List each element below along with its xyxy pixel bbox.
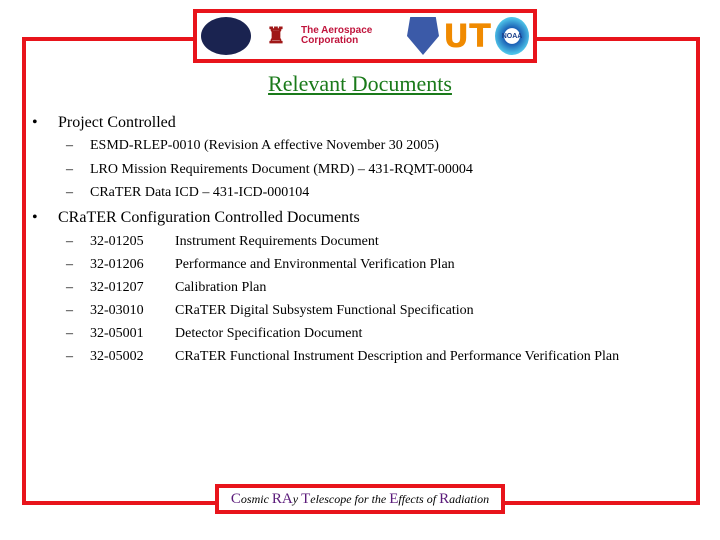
doc-name: Instrument Requirements Document	[175, 234, 379, 249]
doc-name: Detector Specification Document	[175, 326, 363, 341]
list-item: – LRO Mission Requirements Document (MRD)…	[66, 162, 473, 177]
noaa-logo: NOAA	[495, 17, 529, 55]
document-row: –32-05001 Detector Specification Document	[66, 326, 363, 341]
footer-text: elescope for the	[310, 492, 390, 506]
academic-logo: ♜	[266, 23, 286, 48]
footer-text: ffects of	[398, 492, 440, 506]
air-force-shield-logo	[407, 17, 439, 55]
bullet: •	[32, 209, 38, 226]
footer-initial: R	[439, 491, 450, 507]
footer-initial: C	[230, 491, 241, 507]
ut-logo: UT	[443, 17, 491, 55]
doc-number: 32-05002	[90, 349, 144, 364]
footer-text: adiation	[449, 492, 490, 506]
document-row: –32-01207 Calibration Plan	[66, 280, 267, 295]
logo-banner: ♜ The Aerospace Corporation UT NOAA	[193, 9, 537, 63]
doc-number: 32-01207	[90, 280, 144, 295]
doc-number: 32-05001	[90, 326, 144, 341]
document-row: –32-01205 Instrument Requirements Documen…	[66, 234, 379, 249]
doc-name: Calibration Plan	[175, 280, 267, 295]
document-row: –32-05002 CRaTER Functional Instrument De…	[66, 349, 620, 364]
list-item: – ESMD-RLEP-0010 (Revision A effective No…	[66, 138, 439, 153]
seal-logo	[201, 17, 251, 55]
doc-number: 32-03010	[90, 303, 144, 318]
footer-text: y	[292, 492, 302, 506]
footer-initial: T	[301, 491, 311, 507]
doc-number: 32-01205	[90, 234, 144, 249]
footer-banner: Cosmic RAy Telescope for the Effects of …	[215, 484, 505, 514]
footer-text: osmic	[240, 492, 272, 506]
doc-name: CRaTER Functional Instrument Description…	[175, 349, 620, 364]
bullet: •	[32, 114, 38, 131]
document-row: –32-01206 Performance and Environmental V…	[66, 257, 455, 272]
list-item: – CRaTER Data ICD – 431-ICD-000104	[66, 185, 310, 200]
document-row: –32-03010 CRaTER Digital Subsystem Functi…	[66, 303, 474, 318]
page-title: Relevant Documents	[268, 71, 452, 96]
section-heading: Project Controlled	[58, 114, 176, 131]
section-heading: CRaTER Configuration Controlled Document…	[58, 209, 360, 226]
aerospace-logo: The Aerospace Corporation	[301, 25, 373, 46]
doc-name: CRaTER Digital Subsystem Functional Spec…	[175, 303, 474, 318]
doc-number: 32-01206	[90, 257, 144, 272]
doc-name: Performance and Environmental Verificati…	[175, 257, 455, 272]
footer-initial: RA	[271, 491, 293, 507]
